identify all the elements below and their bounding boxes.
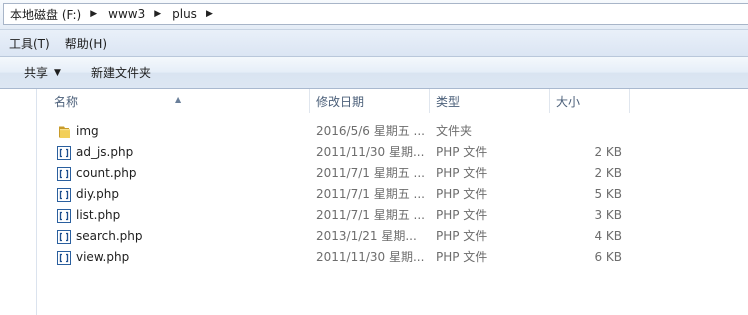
breadcrumb-drive[interactable]: 本地磁盘 (F:) bbox=[8, 6, 83, 23]
file-size: 2 KB bbox=[594, 166, 622, 180]
chevron-right-icon[interactable]: ▶ bbox=[147, 9, 170, 19]
file-type: PHP 文件 bbox=[436, 229, 488, 243]
breadcrumb-www3[interactable]: www3 bbox=[106, 7, 147, 21]
file-date: 2011/11/30 星期... bbox=[316, 145, 425, 159]
php-file-icon bbox=[56, 208, 72, 224]
php-file-icon bbox=[56, 145, 72, 161]
share-button[interactable]: 共享 ▼ bbox=[24, 64, 61, 81]
file-row[interactable]: search.php 2013/1/21 星期... PHP 文件 4 KB bbox=[54, 226, 654, 247]
file-size: 6 KB bbox=[594, 250, 622, 264]
chevron-down-icon: ▼ bbox=[54, 67, 61, 78]
file-date: 2016/5/6 星期五 ... bbox=[316, 124, 425, 138]
php-file-icon bbox=[56, 250, 72, 266]
file-name: search.php bbox=[76, 229, 143, 243]
file-row[interactable]: view.php 2011/11/30 星期... PHP 文件 6 KB bbox=[54, 247, 654, 268]
file-name: diy.php bbox=[76, 187, 119, 201]
file-size: 5 KB bbox=[594, 187, 622, 201]
column-header-date[interactable]: 修改日期 bbox=[310, 89, 430, 113]
menu-bar: 工具(T) 帮助(H) bbox=[0, 30, 748, 57]
column-header-type-label: 类型 bbox=[436, 95, 461, 109]
sort-ascending-icon: ▲ bbox=[175, 95, 182, 104]
file-type: PHP 文件 bbox=[436, 208, 488, 222]
file-size: 4 KB bbox=[594, 229, 622, 243]
address-bar: 本地磁盘 (F:) ▶ www3 ▶ plus ▶ bbox=[0, 0, 748, 30]
file-name: list.php bbox=[76, 208, 121, 222]
file-list: img 2016/5/6 星期五 ... 文件夹 ad_js.php 2011/11/3… bbox=[54, 121, 654, 268]
file-name: count.php bbox=[76, 166, 137, 180]
column-header-type[interactable]: 类型 bbox=[430, 89, 550, 113]
file-type: PHP 文件 bbox=[436, 166, 488, 180]
php-file-icon bbox=[56, 166, 72, 182]
file-row[interactable]: ad_js.php 2011/11/30 星期... PHP 文件 2 KB bbox=[54, 142, 654, 163]
file-type: PHP 文件 bbox=[436, 250, 488, 264]
column-header-date-label: 修改日期 bbox=[316, 95, 365, 109]
php-file-icon bbox=[56, 229, 72, 245]
chevron-right-icon[interactable]: ▶ bbox=[83, 9, 106, 19]
chevron-right-icon[interactable]: ▶ bbox=[199, 9, 222, 19]
file-row[interactable]: diy.php 2011/7/1 星期五 ... PHP 文件 5 KB bbox=[54, 184, 654, 205]
share-label: 共享 bbox=[24, 66, 49, 80]
file-name: img bbox=[76, 124, 99, 138]
menu-tools[interactable]: 工具(T) bbox=[9, 35, 50, 52]
file-size: 3 KB bbox=[594, 208, 622, 222]
file-name: ad_js.php bbox=[76, 145, 134, 159]
new-folder-button[interactable]: 新建文件夹 bbox=[91, 64, 151, 81]
file-row[interactable]: img 2016/5/6 星期五 ... 文件夹 bbox=[54, 121, 654, 142]
file-date: 2011/7/1 星期五 ... bbox=[316, 187, 425, 201]
file-date: 2011/11/30 星期... bbox=[316, 250, 425, 264]
folder-icon bbox=[56, 124, 72, 140]
file-row[interactable]: count.php 2011/7/1 星期五 ... PHP 文件 2 KB bbox=[54, 163, 654, 184]
file-date: 2013/1/21 星期... bbox=[316, 229, 417, 243]
php-file-icon bbox=[56, 187, 72, 203]
column-header-size-label: 大小 bbox=[556, 95, 581, 109]
file-type: PHP 文件 bbox=[436, 145, 488, 159]
file-type: 文件夹 bbox=[436, 124, 473, 138]
column-header-name[interactable]: 名称 ▲ bbox=[48, 89, 310, 113]
column-header-name-label: 名称 bbox=[54, 95, 79, 109]
navigation-pane[interactable] bbox=[0, 89, 37, 315]
file-date: 2011/7/1 星期五 ... bbox=[316, 166, 425, 180]
command-toolbar: 共享 ▼ 新建文件夹 bbox=[0, 57, 748, 89]
file-type: PHP 文件 bbox=[436, 187, 488, 201]
file-date: 2011/7/1 星期五 ... bbox=[316, 208, 425, 222]
file-name: view.php bbox=[76, 250, 130, 264]
file-row[interactable]: list.php 2011/7/1 星期五 ... PHP 文件 3 KB bbox=[54, 205, 654, 226]
file-size: 2 KB bbox=[594, 145, 622, 159]
breadcrumb[interactable]: 本地磁盘 (F:) ▶ www3 ▶ plus ▶ bbox=[3, 3, 748, 25]
breadcrumb-plus[interactable]: plus bbox=[170, 7, 199, 21]
column-header-size[interactable]: 大小 bbox=[550, 89, 630, 113]
column-headers: 名称 ▲ 修改日期 类型 大小 bbox=[48, 89, 630, 113]
menu-help[interactable]: 帮助(H) bbox=[65, 35, 107, 52]
